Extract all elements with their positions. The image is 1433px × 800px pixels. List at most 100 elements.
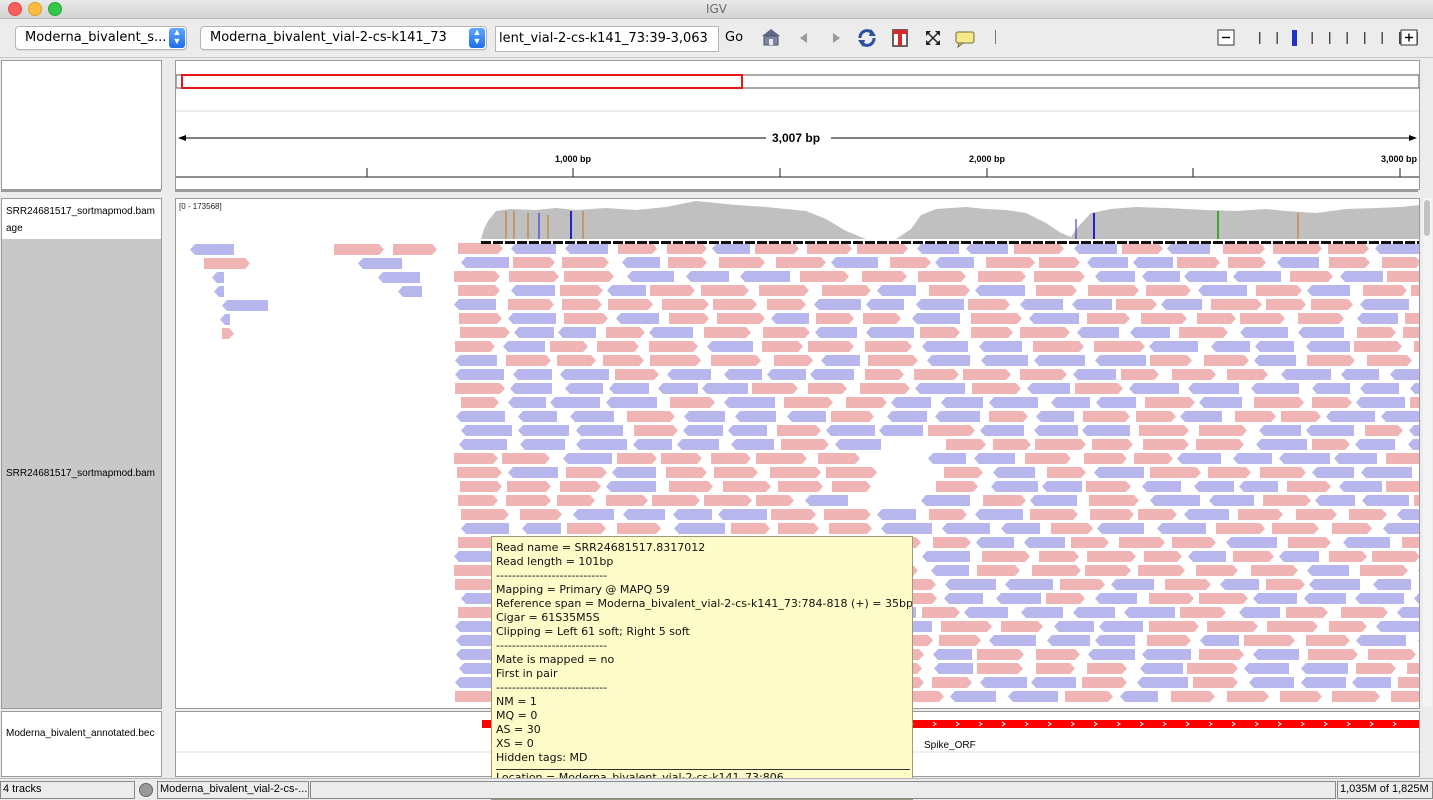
- read[interactable]: [824, 509, 871, 520]
- read[interactable]: [1360, 299, 1409, 310]
- read[interactable]: [810, 369, 854, 380]
- read[interactable]: [1031, 677, 1076, 688]
- read[interactable]: [673, 509, 712, 520]
- read[interactable]: [649, 341, 698, 352]
- read[interactable]: [993, 439, 1031, 450]
- read[interactable]: [1008, 691, 1058, 702]
- read[interactable]: [1097, 523, 1144, 534]
- read[interactable]: [1073, 607, 1115, 618]
- read[interactable]: [771, 313, 809, 324]
- read[interactable]: [974, 453, 1015, 464]
- read[interactable]: [1266, 579, 1305, 590]
- genome-select[interactable]: Moderna_bivalent_s... ▲ ▼: [15, 26, 187, 50]
- read[interactable]: [1253, 593, 1297, 604]
- read[interactable]: [1161, 299, 1202, 310]
- read[interactable]: [1288, 537, 1331, 548]
- read[interactable]: [560, 481, 601, 492]
- read[interactable]: [455, 355, 497, 366]
- read[interactable]: [1256, 439, 1307, 450]
- read[interactable]: [1410, 383, 1419, 394]
- read[interactable]: [980, 425, 1024, 436]
- read[interactable]: [763, 327, 810, 338]
- read[interactable]: [609, 383, 649, 394]
- read[interactable]: [829, 523, 872, 534]
- read[interactable]: [978, 271, 1026, 282]
- read[interactable]: [818, 453, 860, 464]
- read[interactable]: [1312, 467, 1354, 478]
- read[interactable]: [1171, 691, 1215, 702]
- read[interactable]: [713, 299, 757, 310]
- read[interactable]: [704, 495, 752, 506]
- read[interactable]: [1149, 593, 1194, 604]
- read[interactable]: [1334, 453, 1377, 464]
- read[interactable]: [835, 439, 881, 450]
- read[interactable]: [1272, 523, 1319, 534]
- read[interactable]: [1312, 439, 1350, 450]
- read[interactable]: [740, 271, 790, 282]
- read[interactable]: [204, 258, 250, 269]
- feature-track-name[interactable]: Moderna_bivalent_annotated.bec: [6, 728, 154, 739]
- zoom-tick[interactable]: [1259, 32, 1261, 44]
- read[interactable]: [557, 355, 596, 366]
- read[interactable]: [1116, 299, 1157, 310]
- read[interactable]: [935, 411, 980, 422]
- read[interactable]: [1089, 495, 1139, 506]
- read[interactable]: [979, 341, 1022, 352]
- read[interactable]: [1414, 593, 1419, 604]
- read[interactable]: [1363, 285, 1407, 296]
- read[interactable]: [1354, 341, 1402, 352]
- read[interactable]: [1077, 327, 1119, 338]
- read[interactable]: [650, 285, 695, 296]
- read[interactable]: [1273, 243, 1322, 254]
- read[interactable]: [518, 425, 569, 436]
- read[interactable]: [1360, 565, 1408, 576]
- read[interactable]: [1308, 649, 1358, 660]
- read[interactable]: [1187, 663, 1238, 674]
- read[interactable]: [1034, 355, 1085, 366]
- read[interactable]: [1021, 607, 1063, 618]
- read[interactable]: [993, 467, 1035, 478]
- read[interactable]: [1382, 257, 1420, 268]
- read[interactable]: [991, 481, 1038, 492]
- read[interactable]: [1209, 495, 1254, 506]
- read[interactable]: [564, 271, 614, 282]
- read[interactable]: [1357, 313, 1398, 324]
- read[interactable]: [1298, 327, 1344, 338]
- read[interactable]: [1418, 565, 1419, 576]
- read[interactable]: [1306, 635, 1350, 646]
- read[interactable]: [712, 243, 750, 254]
- read[interactable]: [214, 286, 224, 297]
- read[interactable]: [1312, 383, 1350, 394]
- zoom-tick[interactable]: [1346, 32, 1348, 44]
- read[interactable]: [606, 481, 656, 492]
- read[interactable]: [1361, 467, 1412, 478]
- forward-icon[interactable]: [830, 32, 842, 44]
- read[interactable]: [455, 341, 495, 352]
- read[interactable]: [1150, 467, 1201, 478]
- read[interactable]: [1307, 285, 1350, 296]
- read[interactable]: [1138, 509, 1177, 520]
- read[interactable]: [1227, 369, 1268, 380]
- read[interactable]: [865, 369, 904, 380]
- home-icon[interactable]: [760, 27, 782, 47]
- read[interactable]: [1263, 495, 1311, 506]
- read[interactable]: [972, 383, 1021, 394]
- read[interactable]: [1088, 649, 1135, 660]
- read[interactable]: [1343, 537, 1390, 548]
- read[interactable]: [1145, 397, 1195, 408]
- read[interactable]: [1039, 551, 1079, 562]
- read[interactable]: [759, 285, 809, 296]
- read[interactable]: [944, 593, 983, 604]
- read[interactable]: [634, 425, 678, 436]
- read[interactable]: [1279, 551, 1319, 562]
- read[interactable]: [461, 523, 509, 534]
- read[interactable]: [1286, 607, 1328, 618]
- read[interactable]: [724, 369, 762, 380]
- read[interactable]: [1410, 397, 1420, 408]
- read[interactable]: [778, 523, 819, 534]
- read[interactable]: [511, 243, 556, 254]
- read[interactable]: [724, 397, 775, 408]
- read[interactable]: [717, 313, 765, 324]
- read[interactable]: [1329, 257, 1370, 268]
- read[interactable]: [963, 369, 1011, 380]
